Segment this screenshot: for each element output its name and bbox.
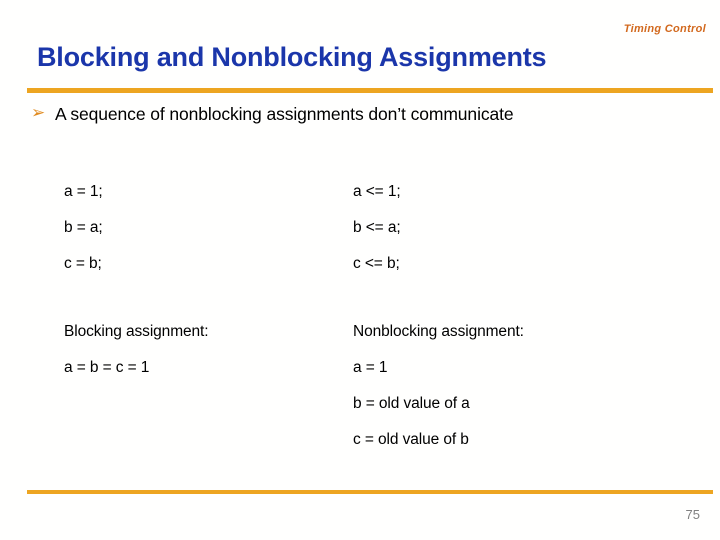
running-header: Timing Control	[623, 23, 706, 35]
code-line: c <= b;	[353, 255, 400, 272]
note-line: b = old value of a	[353, 395, 470, 412]
bullet-item: ➢ A sequence of nonblocking assignments …	[31, 100, 591, 128]
note-line: c = old value of b	[353, 431, 469, 448]
title-divider-top	[27, 88, 713, 93]
code-line: c = b;	[64, 255, 102, 272]
footer-divider	[27, 490, 713, 494]
blocking-result-heading: Blocking assignment:	[64, 323, 209, 340]
bullet-item-label: A sequence of nonblocking assignments do…	[55, 104, 514, 124]
blocking-result-block: Blocking assignment: a = b = c = 1	[64, 320, 344, 392]
blocking-code-block: a = 1; b = a; c = b;	[64, 180, 344, 288]
nonblocking-result-block: Nonblocking assignment: a = 1 b = old va…	[353, 320, 653, 464]
code-line: b <= a;	[353, 219, 401, 236]
code-line: a = 1;	[64, 183, 103, 200]
page-title: Blocking and Nonblocking Assignments	[37, 42, 547, 72]
note-line: a = b = c = 1	[64, 359, 150, 376]
nonblocking-code-block: a <= 1; b <= a; c <= b;	[353, 180, 653, 288]
code-line: a <= 1;	[353, 183, 401, 200]
note-line: a = 1	[353, 359, 388, 376]
nonblocking-result-heading: Nonblocking assignment:	[353, 323, 524, 340]
page-number: 75	[685, 507, 700, 522]
arrowhead-bullet-icon: ➢	[31, 103, 46, 122]
code-line: b = a;	[64, 219, 103, 236]
slide-canvas: Timing Control Blocking and Nonblocking …	[0, 0, 720, 540]
